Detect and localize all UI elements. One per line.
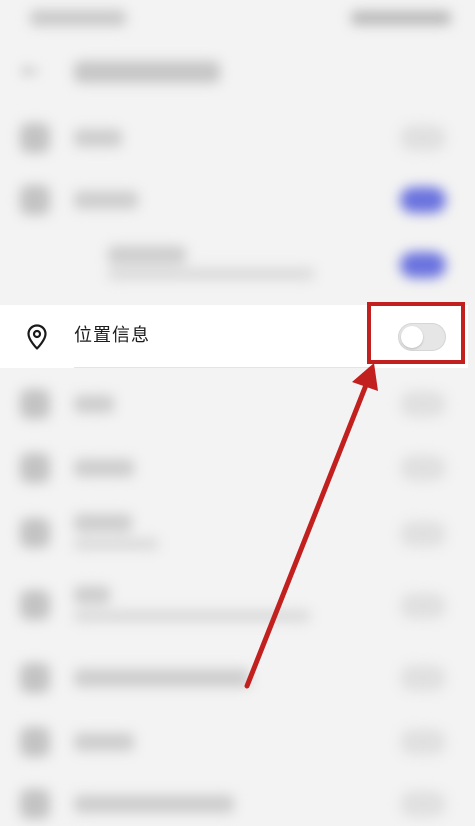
row-label — [74, 514, 132, 532]
blurred-background: ← — [0, 0, 475, 824]
status-time — [30, 10, 126, 26]
settings-row[interactable] — [0, 446, 475, 490]
back-arrow-icon[interactable]: ← — [22, 61, 40, 83]
toggle-switch[interactable] — [400, 125, 446, 151]
row-label — [74, 191, 138, 209]
settings-row[interactable] — [0, 656, 475, 700]
page-title — [74, 61, 220, 83]
settings-row-icon — [20, 453, 50, 483]
location-label: 位置信息 — [74, 325, 150, 346]
settings-row[interactable] — [0, 382, 475, 426]
row-label — [74, 669, 250, 687]
toggle-switch[interactable] — [400, 391, 446, 417]
phone-icon — [20, 185, 50, 215]
status-icons — [351, 11, 451, 25]
row-description — [74, 610, 310, 622]
settings-row[interactable] — [0, 508, 475, 560]
divider — [74, 367, 374, 368]
row-description — [108, 268, 314, 280]
row-label — [74, 395, 114, 413]
row-label — [74, 733, 134, 751]
toggle-switch[interactable] — [400, 729, 446, 755]
toggle-switch[interactable] — [400, 791, 446, 817]
row-label — [108, 246, 186, 264]
settings-subrow[interactable] — [0, 240, 475, 294]
row-label — [74, 459, 134, 477]
settings-row[interactable] — [0, 178, 475, 222]
toggle-switch[interactable] — [400, 665, 446, 691]
settings-row-icon — [20, 663, 50, 693]
row-label — [74, 129, 122, 147]
settings-row-icon — [20, 789, 50, 819]
settings-row[interactable] — [0, 116, 475, 160]
settings-row-icon — [20, 389, 50, 419]
row-label — [74, 795, 234, 813]
settings-row-icon — [20, 518, 50, 548]
settings-row[interactable] — [0, 580, 475, 632]
row-label — [74, 586, 110, 604]
row-description — [74, 538, 158, 550]
camera-icon — [20, 123, 50, 153]
toggle-switch[interactable] — [400, 187, 446, 213]
settings-row-icon — [20, 727, 50, 757]
settings-row-icon — [20, 590, 50, 620]
location-pin-icon — [27, 324, 47, 350]
toggle-switch[interactable] — [400, 521, 446, 547]
highlight-box — [367, 302, 465, 364]
toggle-switch[interactable] — [400, 455, 446, 481]
header: ← — [0, 46, 475, 98]
settings-row[interactable] — [0, 720, 475, 764]
status-bar — [0, 0, 475, 38]
toggle-switch[interactable] — [400, 593, 446, 619]
settings-row[interactable] — [0, 782, 475, 826]
toggle-switch[interactable] — [400, 252, 446, 278]
